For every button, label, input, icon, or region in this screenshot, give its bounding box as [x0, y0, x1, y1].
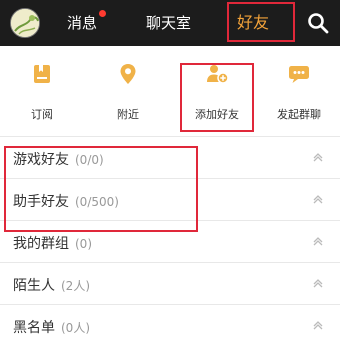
group-chat-icon [289, 66, 309, 83]
search-icon [308, 13, 329, 34]
avatar-image [11, 9, 39, 37]
list-item-blacklist[interactable]: 黑名单 (0人) [0, 304, 340, 346]
highlight-box-friends-tab [227, 2, 295, 42]
avatar[interactable] [10, 8, 40, 38]
bookmark-icon [34, 65, 50, 83]
tab-messages[interactable]: 消息 [67, 0, 97, 46]
list-item-label: 黑名单 (0人) [13, 320, 90, 336]
quick-action-label: 附近 [117, 108, 139, 121]
expand-arrow-icon [313, 237, 323, 246]
quick-action-group-chat[interactable]: 发起群聊 [264, 46, 334, 136]
highlight-box-friend-groups [4, 146, 198, 232]
quick-action-nearby[interactable]: 附近 [93, 46, 163, 136]
expand-arrow-icon [313, 321, 323, 330]
expand-arrow-icon [313, 153, 323, 162]
search-button[interactable] [306, 11, 330, 35]
highlight-box-add-friend [180, 63, 254, 132]
list-item-label: 我的群组 (0) [13, 236, 92, 252]
unread-badge [99, 10, 106, 17]
quick-action-label: 发起群聊 [277, 108, 321, 121]
quick-action-label: 订阅 [31, 108, 53, 121]
location-pin-icon [120, 64, 136, 84]
tab-chatroom[interactable]: 聊天室 [146, 0, 191, 46]
expand-arrow-icon [313, 195, 323, 204]
list-item-strangers[interactable]: 陌生人 (2人) [0, 262, 340, 304]
top-nav-bar: 消息 聊天室 好友 [0, 0, 340, 46]
list-item-label: 陌生人 (2人) [13, 278, 90, 294]
expand-arrow-icon [313, 279, 323, 288]
quick-action-subscribe[interactable]: 订阅 [7, 46, 77, 136]
quick-actions: 订阅 附近 添加好友 发起群聊 [0, 46, 340, 136]
